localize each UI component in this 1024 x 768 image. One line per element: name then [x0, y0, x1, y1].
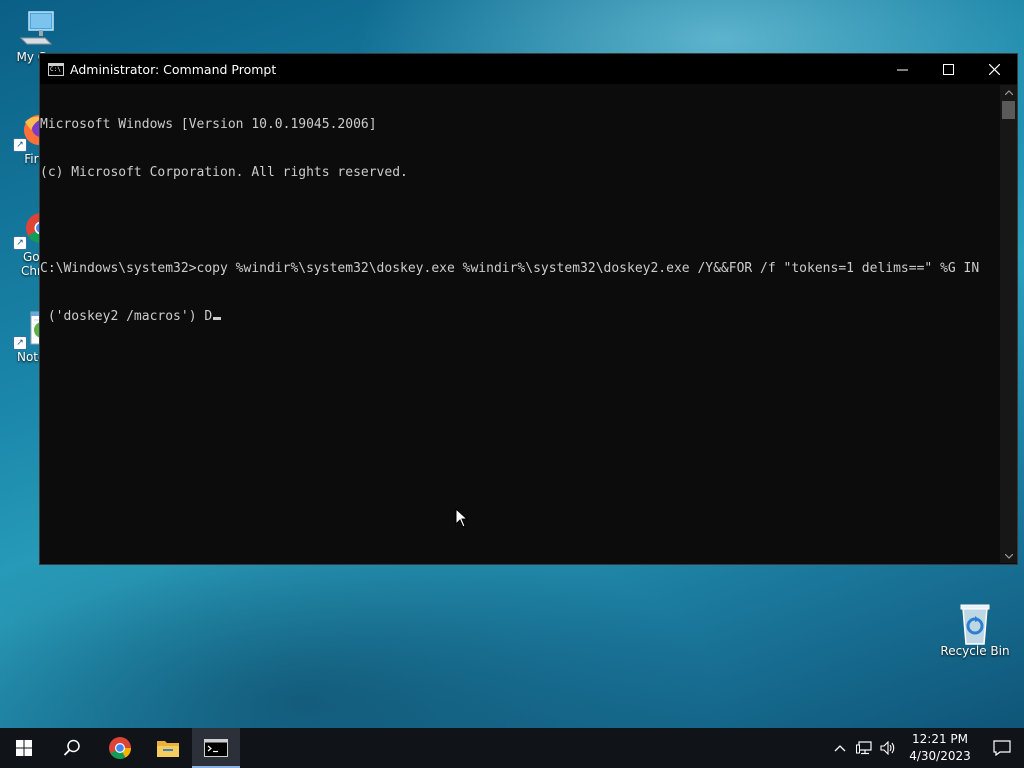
maximize-button[interactable] — [925, 54, 971, 84]
close-icon — [988, 63, 1000, 75]
taskbar: 12:21 PM 4/30/2023 — [0, 728, 1024, 768]
notification-icon — [993, 740, 1011, 756]
minimize-icon — [896, 69, 908, 70]
console-line: Microsoft Windows [Version 10.0.19045.20… — [40, 117, 377, 132]
chevron-up-icon — [1004, 89, 1013, 95]
window-title: Administrator: Command Prompt — [70, 61, 277, 77]
network-button[interactable] — [852, 728, 876, 768]
taskbar-command-prompt[interactable] — [192, 728, 240, 768]
cmd-icon — [204, 739, 228, 757]
network-icon — [856, 741, 872, 755]
clock-date: 4/30/2023 — [909, 749, 971, 763]
scroll-down-button[interactable] — [1000, 549, 1017, 563]
window-titlebar[interactable]: Administrator: Command Prompt — [40, 54, 1017, 84]
scrollbar-thumb[interactable] — [1002, 101, 1015, 119]
taskbar-chrome[interactable] — [96, 728, 144, 768]
scroll-up-button[interactable] — [1000, 85, 1017, 99]
console-line: C:\Windows\system32>copy %windir%\system… — [40, 261, 980, 276]
taskbar-file-explorer[interactable] — [144, 728, 192, 768]
chrome-icon — [109, 737, 131, 759]
desktop-icon-label: Recycle Bin — [940, 644, 1010, 658]
desktop-icon-recycle-bin[interactable]: Recycle Bin — [940, 602, 1010, 658]
console-line: (c) Microsoft Corporation. All rights re… — [40, 165, 408, 180]
search-icon — [63, 739, 80, 756]
cmd-icon — [48, 62, 64, 76]
show-hidden-icons-button[interactable] — [828, 728, 852, 768]
minimize-button[interactable] — [879, 54, 925, 84]
console-line: ('doskey2 /macros') D — [40, 309, 213, 324]
shortcut-arrow-icon: ↗ — [13, 336, 27, 350]
maximize-icon — [942, 63, 954, 75]
system-tray: 12:21 PM 4/30/2023 — [828, 728, 1024, 768]
console-input-line[interactable]: ('doskey2 /macros') D — [40, 309, 999, 325]
volume-button[interactable] — [876, 728, 900, 768]
vertical-scrollbar[interactable] — [1000, 85, 1017, 563]
mouse-pointer-icon — [455, 508, 469, 528]
windows-logo-icon — [16, 740, 32, 756]
taskbar-clock[interactable]: 12:21 PM 4/30/2023 — [900, 731, 980, 765]
shortcut-arrow-icon: ↗ — [13, 236, 27, 250]
recycle-bin-icon — [955, 602, 995, 645]
clock-time: 12:21 PM — [912, 732, 968, 746]
text-cursor — [213, 317, 222, 320]
computer-icon — [15, 8, 55, 48]
console-output[interactable]: Microsoft Windows [Version 10.0.19045.20… — [40, 85, 999, 563]
chevron-up-icon — [834, 745, 846, 752]
search-button[interactable] — [48, 728, 96, 768]
action-center-button[interactable] — [980, 728, 1024, 768]
chevron-down-icon — [1004, 553, 1013, 559]
shortcut-arrow-icon: ↗ — [13, 138, 27, 152]
start-button[interactable] — [0, 728, 48, 768]
close-button[interactable] — [971, 54, 1017, 84]
folder-icon — [157, 741, 179, 757]
command-prompt-window[interactable]: Administrator: Command Prompt Microsoft … — [39, 53, 1018, 565]
speaker-icon — [880, 741, 895, 755]
